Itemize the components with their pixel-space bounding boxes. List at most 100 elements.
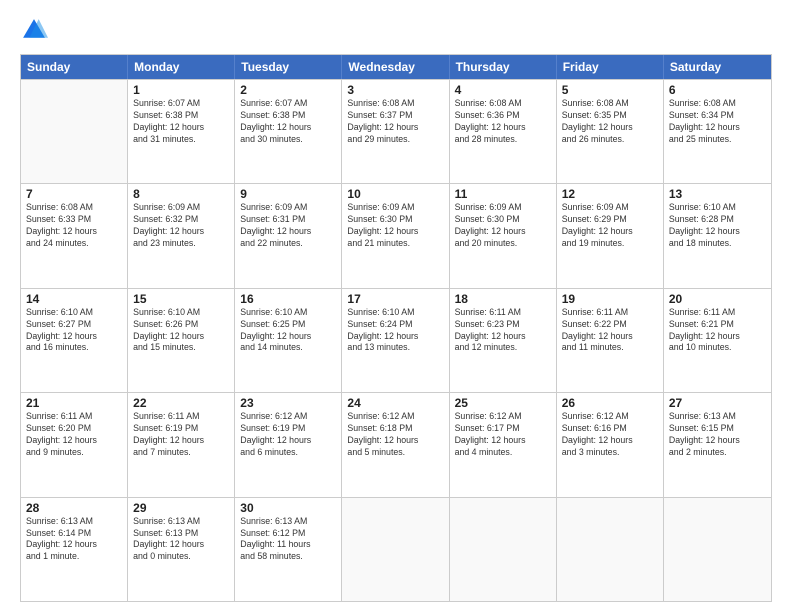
day-info: Sunrise: 6:09 AM Sunset: 6:32 PM Dayligh…: [133, 202, 229, 250]
day-info: Sunrise: 6:11 AM Sunset: 6:23 PM Dayligh…: [455, 307, 551, 355]
day-number: 22: [133, 396, 229, 410]
day-info: Sunrise: 6:08 AM Sunset: 6:34 PM Dayligh…: [669, 98, 766, 146]
day-info: Sunrise: 6:09 AM Sunset: 6:31 PM Dayligh…: [240, 202, 336, 250]
calendar-cell: 16Sunrise: 6:10 AM Sunset: 6:25 PM Dayli…: [235, 289, 342, 392]
calendar-cell: 23Sunrise: 6:12 AM Sunset: 6:19 PM Dayli…: [235, 393, 342, 496]
day-info: Sunrise: 6:11 AM Sunset: 6:19 PM Dayligh…: [133, 411, 229, 459]
header-day-sunday: Sunday: [21, 55, 128, 79]
day-number: 6: [669, 83, 766, 97]
calendar-cell: [664, 498, 771, 601]
calendar-row-4: 28Sunrise: 6:13 AM Sunset: 6:14 PM Dayli…: [21, 497, 771, 601]
day-info: Sunrise: 6:11 AM Sunset: 6:22 PM Dayligh…: [562, 307, 658, 355]
day-number: 18: [455, 292, 551, 306]
calendar-cell: 25Sunrise: 6:12 AM Sunset: 6:17 PM Dayli…: [450, 393, 557, 496]
day-info: Sunrise: 6:13 AM Sunset: 6:13 PM Dayligh…: [133, 516, 229, 564]
day-number: 26: [562, 396, 658, 410]
day-number: 7: [26, 187, 122, 201]
calendar-cell: 6Sunrise: 6:08 AM Sunset: 6:34 PM Daylig…: [664, 80, 771, 183]
header: [20, 16, 772, 44]
day-number: 19: [562, 292, 658, 306]
day-number: 15: [133, 292, 229, 306]
day-info: Sunrise: 6:11 AM Sunset: 6:21 PM Dayligh…: [669, 307, 766, 355]
day-info: Sunrise: 6:10 AM Sunset: 6:25 PM Dayligh…: [240, 307, 336, 355]
logo-icon: [20, 16, 48, 44]
day-info: Sunrise: 6:10 AM Sunset: 6:28 PM Dayligh…: [669, 202, 766, 250]
calendar-cell: 20Sunrise: 6:11 AM Sunset: 6:21 PM Dayli…: [664, 289, 771, 392]
day-number: 20: [669, 292, 766, 306]
day-number: 4: [455, 83, 551, 97]
day-number: 13: [669, 187, 766, 201]
day-number: 5: [562, 83, 658, 97]
day-info: Sunrise: 6:12 AM Sunset: 6:17 PM Dayligh…: [455, 411, 551, 459]
page: SundayMondayTuesdayWednesdayThursdayFrid…: [0, 0, 792, 612]
header-day-saturday: Saturday: [664, 55, 771, 79]
day-number: 29: [133, 501, 229, 515]
header-day-monday: Monday: [128, 55, 235, 79]
day-number: 21: [26, 396, 122, 410]
calendar-cell: 3Sunrise: 6:08 AM Sunset: 6:37 PM Daylig…: [342, 80, 449, 183]
day-info: Sunrise: 6:12 AM Sunset: 6:18 PM Dayligh…: [347, 411, 443, 459]
day-info: Sunrise: 6:09 AM Sunset: 6:30 PM Dayligh…: [455, 202, 551, 250]
day-number: 11: [455, 187, 551, 201]
day-number: 8: [133, 187, 229, 201]
calendar-row-3: 21Sunrise: 6:11 AM Sunset: 6:20 PM Dayli…: [21, 392, 771, 496]
calendar-cell: 19Sunrise: 6:11 AM Sunset: 6:22 PM Dayli…: [557, 289, 664, 392]
calendar-cell: [21, 80, 128, 183]
logo: [20, 16, 52, 44]
day-number: 14: [26, 292, 122, 306]
calendar-cell: 5Sunrise: 6:08 AM Sunset: 6:35 PM Daylig…: [557, 80, 664, 183]
calendar-cell: 1Sunrise: 6:07 AM Sunset: 6:38 PM Daylig…: [128, 80, 235, 183]
day-info: Sunrise: 6:11 AM Sunset: 6:20 PM Dayligh…: [26, 411, 122, 459]
calendar-cell: 12Sunrise: 6:09 AM Sunset: 6:29 PM Dayli…: [557, 184, 664, 287]
calendar-row-0: 1Sunrise: 6:07 AM Sunset: 6:38 PM Daylig…: [21, 79, 771, 183]
day-number: 30: [240, 501, 336, 515]
day-info: Sunrise: 6:10 AM Sunset: 6:27 PM Dayligh…: [26, 307, 122, 355]
day-info: Sunrise: 6:13 AM Sunset: 6:14 PM Dayligh…: [26, 516, 122, 564]
calendar-cell: 7Sunrise: 6:08 AM Sunset: 6:33 PM Daylig…: [21, 184, 128, 287]
calendar-cell: 26Sunrise: 6:12 AM Sunset: 6:16 PM Dayli…: [557, 393, 664, 496]
calendar-cell: 2Sunrise: 6:07 AM Sunset: 6:38 PM Daylig…: [235, 80, 342, 183]
day-number: 24: [347, 396, 443, 410]
calendar-cell: 24Sunrise: 6:12 AM Sunset: 6:18 PM Dayli…: [342, 393, 449, 496]
day-info: Sunrise: 6:10 AM Sunset: 6:26 PM Dayligh…: [133, 307, 229, 355]
calendar-cell: 29Sunrise: 6:13 AM Sunset: 6:13 PM Dayli…: [128, 498, 235, 601]
calendar: SundayMondayTuesdayWednesdayThursdayFrid…: [20, 54, 772, 602]
day-info: Sunrise: 6:07 AM Sunset: 6:38 PM Dayligh…: [133, 98, 229, 146]
day-info: Sunrise: 6:09 AM Sunset: 6:30 PM Dayligh…: [347, 202, 443, 250]
calendar-cell: 27Sunrise: 6:13 AM Sunset: 6:15 PM Dayli…: [664, 393, 771, 496]
calendar-header: SundayMondayTuesdayWednesdayThursdayFrid…: [21, 55, 771, 79]
day-info: Sunrise: 6:13 AM Sunset: 6:15 PM Dayligh…: [669, 411, 766, 459]
day-number: 17: [347, 292, 443, 306]
calendar-cell: 10Sunrise: 6:09 AM Sunset: 6:30 PM Dayli…: [342, 184, 449, 287]
day-number: 12: [562, 187, 658, 201]
day-info: Sunrise: 6:13 AM Sunset: 6:12 PM Dayligh…: [240, 516, 336, 564]
calendar-cell: [342, 498, 449, 601]
calendar-row-1: 7Sunrise: 6:08 AM Sunset: 6:33 PM Daylig…: [21, 183, 771, 287]
header-day-wednesday: Wednesday: [342, 55, 449, 79]
day-number: 28: [26, 501, 122, 515]
calendar-cell: 17Sunrise: 6:10 AM Sunset: 6:24 PM Dayli…: [342, 289, 449, 392]
day-info: Sunrise: 6:09 AM Sunset: 6:29 PM Dayligh…: [562, 202, 658, 250]
day-info: Sunrise: 6:07 AM Sunset: 6:38 PM Dayligh…: [240, 98, 336, 146]
calendar-cell: 9Sunrise: 6:09 AM Sunset: 6:31 PM Daylig…: [235, 184, 342, 287]
calendar-cell: 13Sunrise: 6:10 AM Sunset: 6:28 PM Dayli…: [664, 184, 771, 287]
header-day-friday: Friday: [557, 55, 664, 79]
day-number: 16: [240, 292, 336, 306]
day-info: Sunrise: 6:12 AM Sunset: 6:16 PM Dayligh…: [562, 411, 658, 459]
calendar-cell: 22Sunrise: 6:11 AM Sunset: 6:19 PM Dayli…: [128, 393, 235, 496]
calendar-body: 1Sunrise: 6:07 AM Sunset: 6:38 PM Daylig…: [21, 79, 771, 601]
day-number: 25: [455, 396, 551, 410]
calendar-cell: 30Sunrise: 6:13 AM Sunset: 6:12 PM Dayli…: [235, 498, 342, 601]
day-number: 3: [347, 83, 443, 97]
day-info: Sunrise: 6:08 AM Sunset: 6:36 PM Dayligh…: [455, 98, 551, 146]
calendar-row-2: 14Sunrise: 6:10 AM Sunset: 6:27 PM Dayli…: [21, 288, 771, 392]
day-number: 27: [669, 396, 766, 410]
calendar-cell: [557, 498, 664, 601]
day-info: Sunrise: 6:10 AM Sunset: 6:24 PM Dayligh…: [347, 307, 443, 355]
calendar-cell: 4Sunrise: 6:08 AM Sunset: 6:36 PM Daylig…: [450, 80, 557, 183]
day-number: 9: [240, 187, 336, 201]
calendar-cell: 21Sunrise: 6:11 AM Sunset: 6:20 PM Dayli…: [21, 393, 128, 496]
header-day-tuesday: Tuesday: [235, 55, 342, 79]
day-info: Sunrise: 6:08 AM Sunset: 6:35 PM Dayligh…: [562, 98, 658, 146]
calendar-cell: 8Sunrise: 6:09 AM Sunset: 6:32 PM Daylig…: [128, 184, 235, 287]
